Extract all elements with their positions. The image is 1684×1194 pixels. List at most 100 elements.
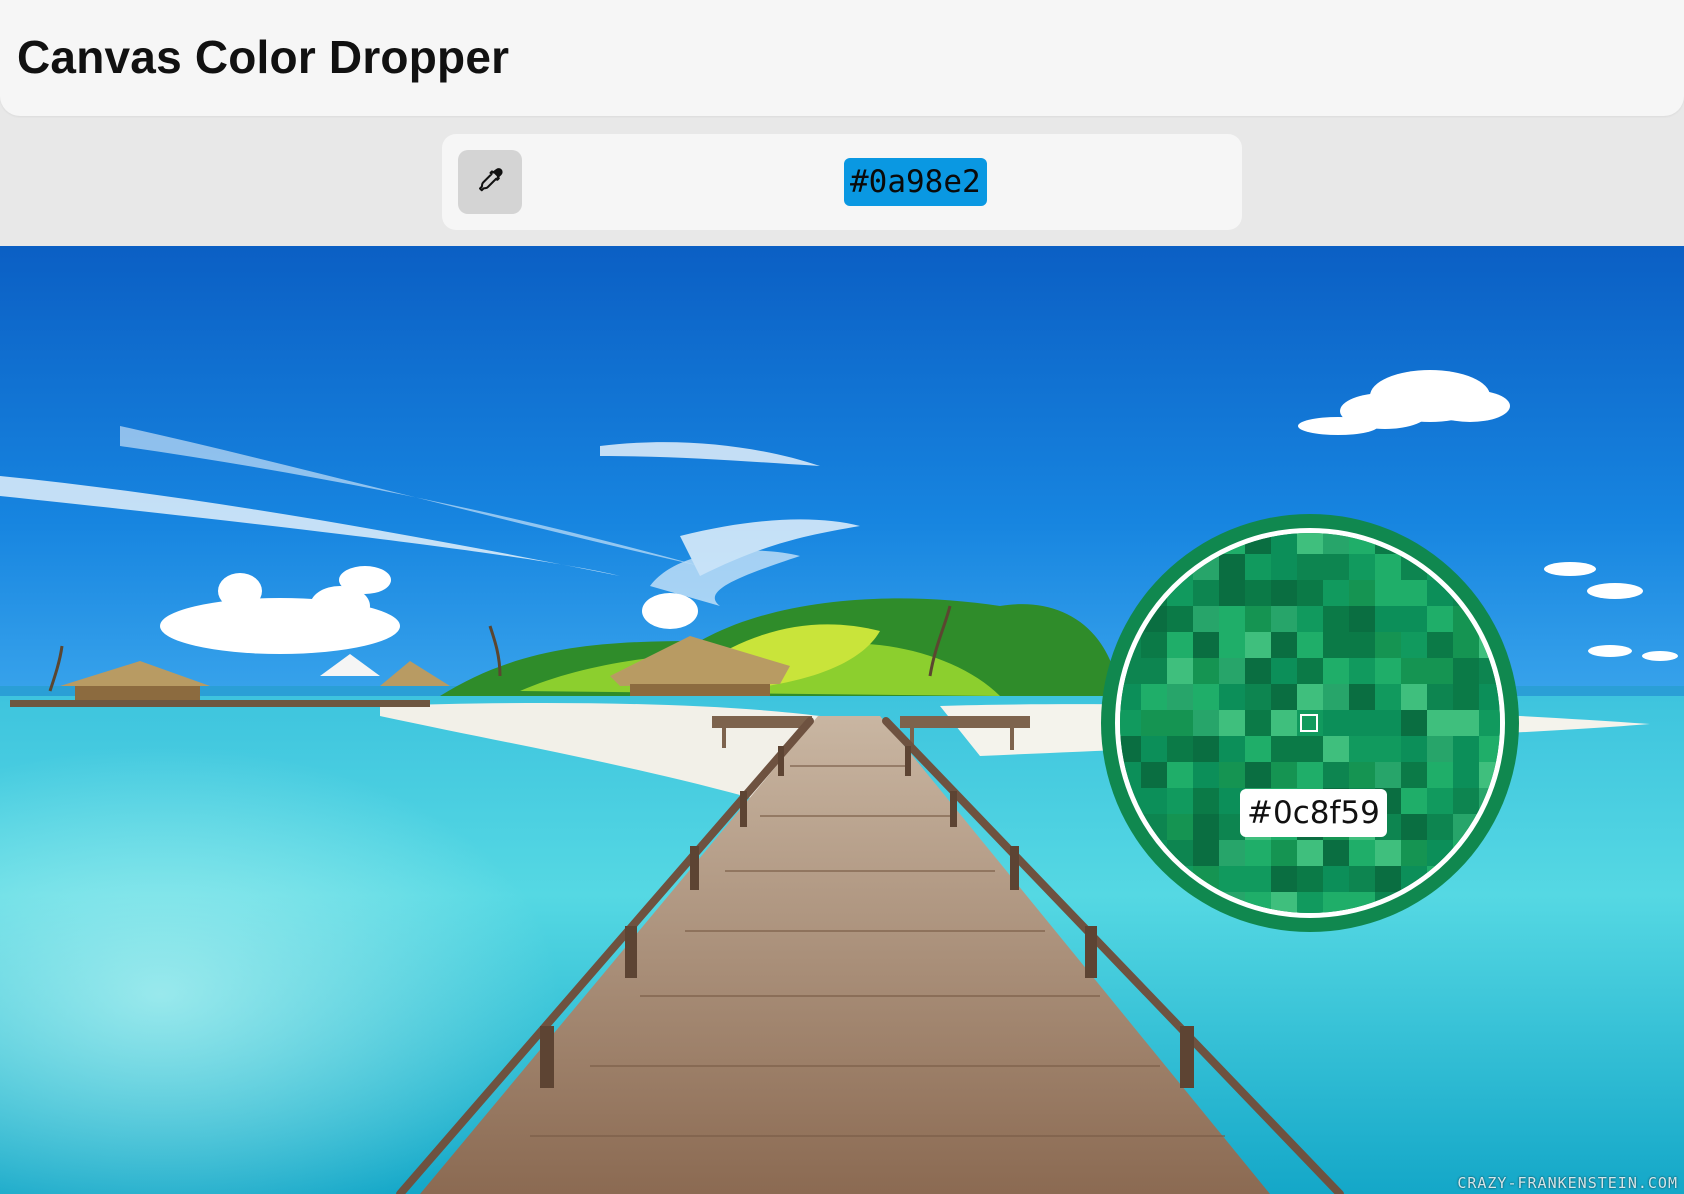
magnified-pixel xyxy=(1193,658,1219,684)
magnified-pixel xyxy=(1271,840,1297,866)
magnified-pixel xyxy=(1375,684,1401,710)
magnified-pixel xyxy=(1453,606,1479,632)
magnified-pixel xyxy=(1427,554,1453,580)
magnified-pixel xyxy=(1193,684,1219,710)
magnified-pixel xyxy=(1193,632,1219,658)
magnified-pixel xyxy=(1141,684,1167,710)
magnified-pixel xyxy=(1271,762,1297,788)
eyedropper-icon xyxy=(475,166,505,199)
magnified-pixel xyxy=(1375,580,1401,606)
magnified-pixel xyxy=(1167,762,1193,788)
magnified-pixel xyxy=(1219,606,1245,632)
magnified-pixel xyxy=(1219,866,1245,892)
magnified-pixel xyxy=(1323,533,1349,554)
magnified-pixel xyxy=(1219,632,1245,658)
magnified-pixel xyxy=(1141,762,1167,788)
magnified-pixel xyxy=(1167,736,1193,762)
magnified-pixel xyxy=(1297,892,1323,913)
magnified-pixel xyxy=(1349,580,1375,606)
magnified-pixel xyxy=(1219,762,1245,788)
magnified-pixel xyxy=(1245,658,1271,684)
magnified-pixel xyxy=(1167,580,1193,606)
magnified-pixel xyxy=(1219,684,1245,710)
magnified-pixel xyxy=(1245,736,1271,762)
magnified-pixel xyxy=(1245,533,1271,554)
magnified-pixel xyxy=(1401,736,1427,762)
magnified-pixel xyxy=(1453,788,1479,814)
magnified-pixel xyxy=(1297,658,1323,684)
magnified-pixel xyxy=(1427,866,1453,892)
selected-color-hex[interactable]: #0a98e2 xyxy=(844,158,987,206)
magnified-pixel xyxy=(1141,632,1167,658)
magnified-pixel xyxy=(1453,554,1479,580)
magnified-pixel xyxy=(1271,892,1297,913)
magnified-pixel xyxy=(1349,554,1375,580)
magnified-pixel xyxy=(1453,580,1479,606)
magnified-pixel xyxy=(1349,840,1375,866)
magnified-pixel xyxy=(1427,658,1453,684)
magnified-pixel xyxy=(1323,658,1349,684)
magnified-pixel xyxy=(1245,684,1271,710)
sample-crosshair xyxy=(1300,714,1318,732)
magnified-pixel xyxy=(1297,580,1323,606)
magnified-pixel xyxy=(1193,606,1219,632)
magnified-pixel xyxy=(1323,580,1349,606)
magnified-pixel xyxy=(1323,736,1349,762)
magnified-pixel xyxy=(1167,554,1193,580)
magnified-pixel xyxy=(1375,762,1401,788)
magnified-pixel xyxy=(1167,840,1193,866)
magnified-pixel xyxy=(1271,736,1297,762)
magnified-pixel xyxy=(1375,658,1401,684)
magnified-pixel xyxy=(1427,762,1453,788)
magnified-pixel xyxy=(1193,736,1219,762)
magnified-pixel xyxy=(1401,788,1427,814)
magnified-pixel xyxy=(1323,840,1349,866)
magnified-pixel xyxy=(1141,840,1167,866)
magnified-pixel xyxy=(1323,892,1349,913)
eyedropper-button[interactable] xyxy=(458,150,522,214)
image-watermark: CRAZY-FRANKENSTEIN.COM xyxy=(1457,1174,1678,1192)
magnified-pixel xyxy=(1453,632,1479,658)
magnified-pixel xyxy=(1427,814,1453,840)
magnified-pixel xyxy=(1141,736,1167,762)
magnified-pixel xyxy=(1120,736,1141,762)
magnified-pixel xyxy=(1167,866,1193,892)
magnified-pixel xyxy=(1479,762,1500,788)
magnified-pixel xyxy=(1141,866,1167,892)
magnified-pixel xyxy=(1297,632,1323,658)
magnified-pixel xyxy=(1271,866,1297,892)
magnified-pixel xyxy=(1271,580,1297,606)
magnified-pixel xyxy=(1427,736,1453,762)
magnified-pixel xyxy=(1120,762,1141,788)
magnified-pixel xyxy=(1271,606,1297,632)
magnified-pixel xyxy=(1271,710,1297,736)
magnified-pixel xyxy=(1401,554,1427,580)
magnified-pixel xyxy=(1219,554,1245,580)
magnified-pixel xyxy=(1271,684,1297,710)
page-title: Canvas Color Dropper xyxy=(17,31,510,83)
magnified-pixel xyxy=(1167,788,1193,814)
magnified-pixel xyxy=(1297,554,1323,580)
magnified-pixel xyxy=(1453,710,1479,736)
magnified-pixel xyxy=(1453,840,1479,866)
magnified-pixel xyxy=(1427,580,1453,606)
magnified-pixel xyxy=(1297,533,1323,554)
magnified-pixel xyxy=(1141,710,1167,736)
magnified-pixel xyxy=(1167,632,1193,658)
magnified-pixel xyxy=(1219,710,1245,736)
sampled-color-hex: #0c8f59 xyxy=(1240,789,1387,837)
app-header: Canvas Color Dropper xyxy=(0,0,1684,116)
magnified-pixel xyxy=(1245,580,1271,606)
magnified-pixel xyxy=(1323,632,1349,658)
magnified-pixel xyxy=(1120,632,1141,658)
magnified-pixel xyxy=(1219,840,1245,866)
magnified-pixel xyxy=(1349,866,1375,892)
magnified-pixel xyxy=(1245,762,1271,788)
magnified-pixel xyxy=(1427,684,1453,710)
color-toolbar: #0a98e2 xyxy=(442,134,1242,230)
magnified-pixel xyxy=(1375,840,1401,866)
magnified-pixel xyxy=(1219,736,1245,762)
magnified-pixel xyxy=(1401,840,1427,866)
magnified-pixel xyxy=(1323,710,1349,736)
magnified-pixel xyxy=(1323,554,1349,580)
